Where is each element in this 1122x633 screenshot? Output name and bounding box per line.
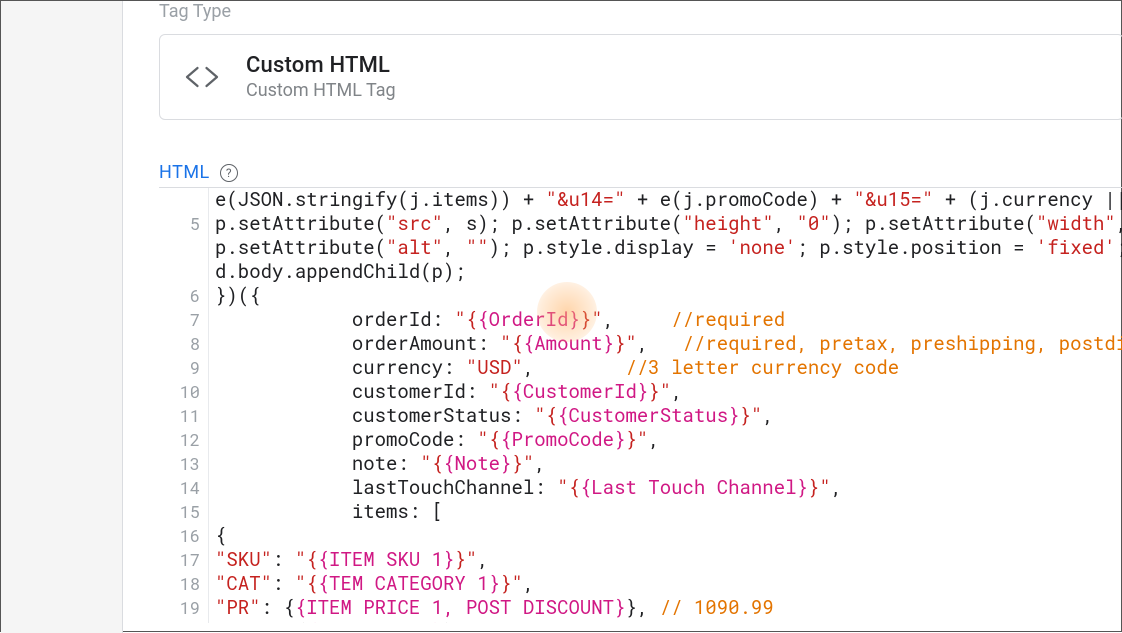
- help-icon[interactable]: ?: [220, 164, 238, 182]
- code-line: e(JSON.stringify(j.items)) + "&u14=" + e…: [215, 188, 1122, 212]
- code-brackets-icon: [184, 59, 220, 95]
- code-line: p.setAttribute("alt", ""); p.style.displ…: [215, 236, 1122, 260]
- code-line: p.setAttribute("src", s); p.setAttribute…: [215, 212, 1122, 236]
- code-content[interactable]: e(JSON.stringify(j.items)) + "&u14=" + e…: [209, 188, 1122, 623]
- editor-header: HTML ?: [159, 162, 1121, 183]
- line-number: 8: [159, 332, 208, 356]
- line-number: 13: [159, 452, 208, 476]
- tag-type-title: Custom HTML: [246, 53, 396, 78]
- line-number-gutter: 5 6 7 8 9 10 11 12 13 14 15 16 17 18 19 …: [159, 188, 209, 623]
- left-sidebar-gutter: [1, 1, 123, 633]
- line-number: 12: [159, 428, 208, 452]
- code-line: "QTY": {{QUANTITY 1}} // Integer: [215, 620, 1122, 623]
- code-line: "SKU": "{{ITEM SKU 1}}",: [215, 548, 1122, 572]
- code-line: "PR": {{ITEM PRICE 1, POST DISCOUNT}}, /…: [215, 596, 1122, 620]
- code-line: customerId: "{{CustomerId}}",: [215, 380, 1122, 404]
- code-line: "CAT": "{{TEM CATEGORY 1}}",: [215, 572, 1122, 596]
- code-line: currency: "USD", //3 letter currency cod…: [215, 356, 1122, 380]
- tag-type-card[interactable]: Custom HTML Custom HTML Tag: [159, 34, 1122, 120]
- line-number: 18: [159, 572, 208, 596]
- line-number: 19: [159, 596, 208, 620]
- code-line: lastTouchChannel: "{{Last Touch Channel}…: [215, 476, 1122, 500]
- tag-config-panel: Tag Type Custom HTML Custom HTML Tag HTM…: [123, 1, 1121, 631]
- code-line: })({: [215, 284, 1122, 308]
- line-number: 10: [159, 380, 208, 404]
- line-number: 15: [159, 500, 208, 524]
- code-line: customerStatus: "{{CustomerStatus}}",: [215, 404, 1122, 428]
- code-line: orderAmount: "{{Amount}}", //required, p…: [215, 332, 1122, 356]
- line-number: 7: [159, 308, 208, 332]
- line-number: 9: [159, 356, 208, 380]
- line-number: 17: [159, 548, 208, 572]
- line-number: 5: [159, 212, 208, 236]
- html-tab-label[interactable]: HTML: [159, 162, 210, 183]
- code-line: d.body.appendChild(p);: [215, 260, 1122, 284]
- section-label-tag-type: Tag Type: [159, 1, 1121, 34]
- code-line: items: [: [215, 500, 1122, 524]
- code-line: orderId: "{{OrderId}}", //required: [215, 308, 1122, 332]
- line-number: [159, 236, 208, 260]
- code-line: note: "{{Note}}",: [215, 452, 1122, 476]
- line-number: [159, 260, 208, 284]
- line-number: 6: [159, 284, 208, 308]
- code-line: promoCode: "{{PromoCode}}",: [215, 428, 1122, 452]
- line-number: 16: [159, 524, 208, 548]
- line-number: 14: [159, 476, 208, 500]
- line-number: [159, 188, 208, 212]
- code-line: {: [215, 524, 1122, 548]
- code-editor[interactable]: 5 6 7 8 9 10 11 12 13 14 15 16 17 18 19 …: [159, 187, 1122, 623]
- line-number: 11: [159, 404, 208, 428]
- tag-type-subtitle: Custom HTML Tag: [246, 80, 396, 101]
- line-number: 20: [159, 620, 208, 623]
